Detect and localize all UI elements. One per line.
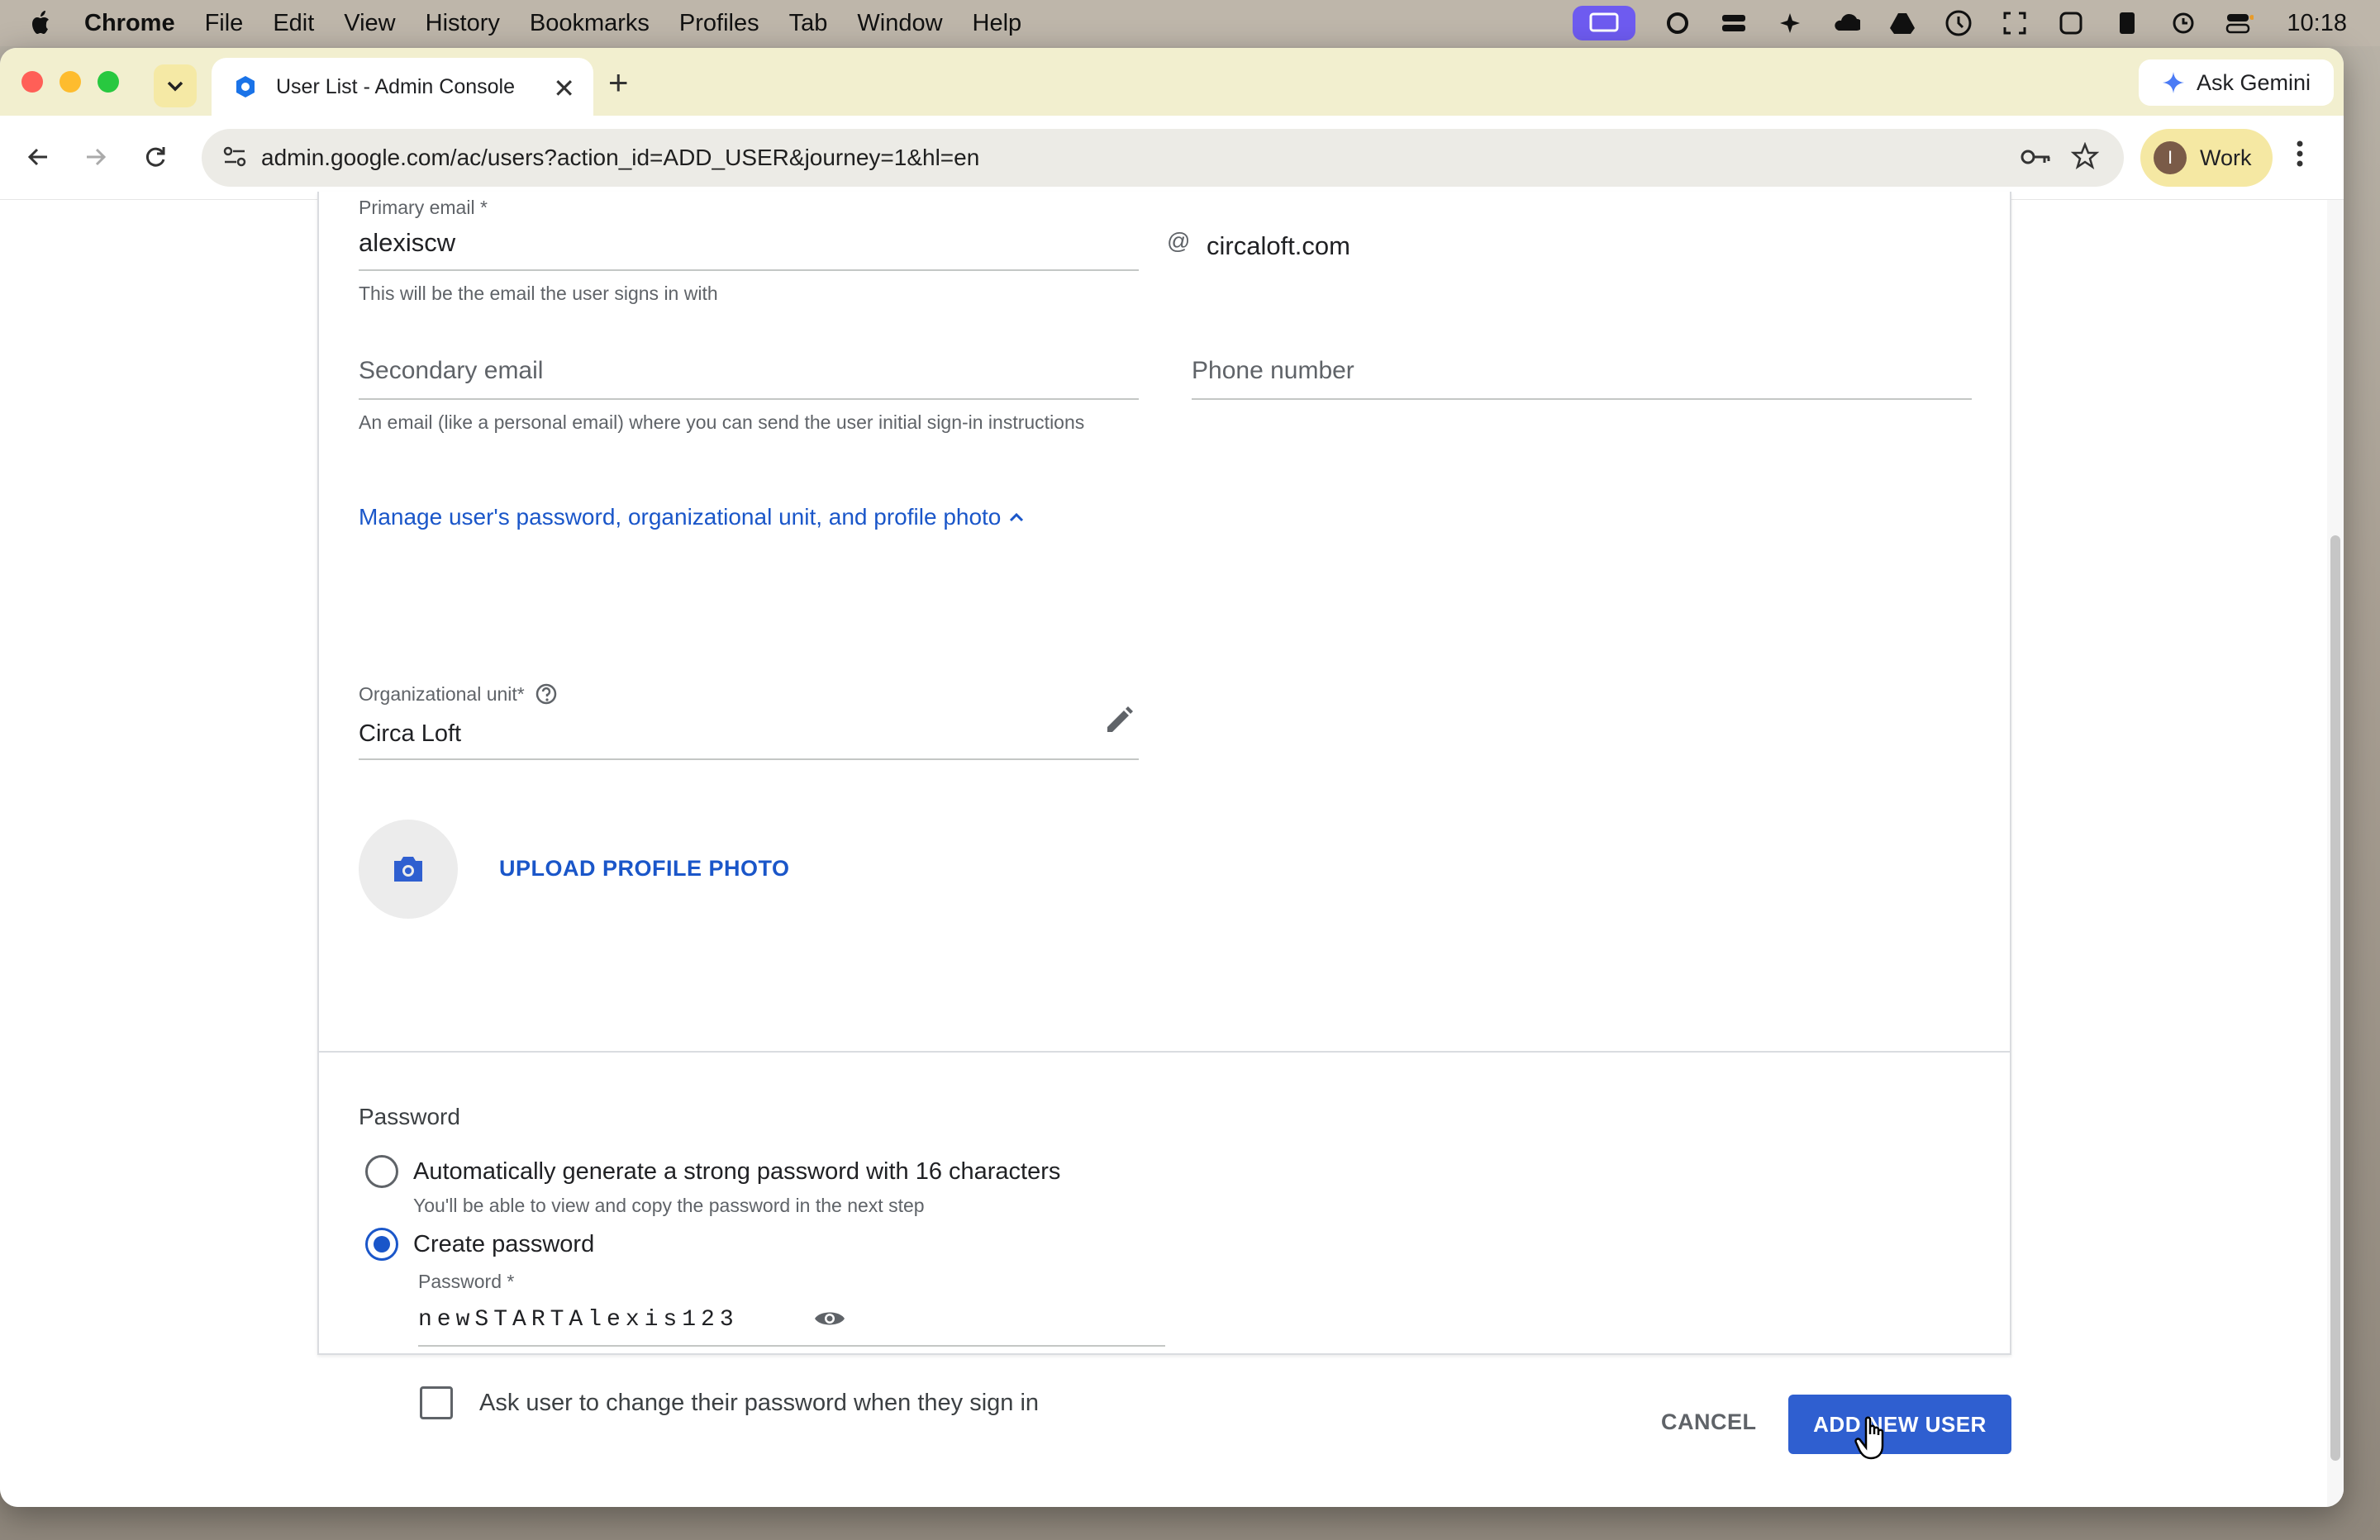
tab-strip: User List - Admin Console ✕ + Ask Gemini <box>0 48 2344 116</box>
url-text[interactable]: admin.google.com/ac/users?action_id=ADD_… <box>261 145 979 171</box>
menu-app-name[interactable]: Chrome <box>84 10 175 37</box>
bookmark-star-icon[interactable] <box>2070 141 2100 174</box>
password-key-icon[interactable] <box>2020 144 2053 174</box>
primary-email-input[interactable]: alexiscw <box>359 228 455 258</box>
menu-help[interactable]: Help <box>973 10 1022 37</box>
profile-chip[interactable]: I Work <box>2140 129 2273 187</box>
timer-icon[interactable] <box>1944 9 1973 37</box>
password-input[interactable]: newSTARTAlexis123 <box>418 1307 739 1333</box>
help-circle-icon[interactable] <box>535 682 558 706</box>
ask-gemini-label: Ask Gemini <box>2196 69 2311 95</box>
sparkle-icon[interactable] <box>1776 9 1804 37</box>
cancel-button[interactable]: CANCEL <box>1661 1409 1757 1435</box>
section-divider <box>319 1051 2010 1053</box>
phone-number-underline <box>1192 398 1972 400</box>
create-password-radio[interactable] <box>365 1228 398 1261</box>
browser-window: User List - Admin Console ✕ + Ask Gemini… <box>0 48 2344 1507</box>
ask-change-password-checkbox[interactable] <box>420 1386 453 1419</box>
auto-generate-password-radio[interactable] <box>365 1155 398 1188</box>
tab-search-button[interactable] <box>154 64 197 107</box>
admin-console-favicon-icon <box>233 74 258 99</box>
close-tab-icon[interactable]: ✕ <box>553 73 575 104</box>
tab-title: User List - Admin Console <box>276 74 516 98</box>
add-new-user-button[interactable]: ADD NEW USER <box>1788 1395 2011 1454</box>
org-unit-label-row: Organizational unit* <box>359 682 558 706</box>
more-menu-icon[interactable] <box>2294 137 2306 174</box>
minimize-window-button[interactable] <box>60 71 81 93</box>
address-bar[interactable]: admin.google.com/ac/users?action_id=ADD_… <box>202 129 2124 187</box>
arrow-left-icon <box>27 148 47 166</box>
menu-file[interactable]: File <box>205 10 244 37</box>
reload-button[interactable] <box>137 139 174 175</box>
menu-history[interactable]: History <box>426 10 500 37</box>
menu-profiles[interactable]: Profiles <box>679 10 759 37</box>
screenshot-icon[interactable] <box>2001 9 2029 37</box>
grammarly-icon[interactable] <box>1664 9 1692 37</box>
menu-window[interactable]: Window <box>857 10 942 37</box>
screen-share-icon[interactable] <box>1573 6 1636 40</box>
site-info-icon[interactable] <box>221 144 248 174</box>
time-machine-icon[interactable] <box>2169 9 2197 37</box>
zoom-window-button[interactable] <box>98 71 119 93</box>
profile-name: Work <box>2200 145 2252 170</box>
primary-email-underline <box>359 269 1139 271</box>
browser-toolbar: admin.google.com/ac/users?action_id=ADD_… <box>0 116 2344 200</box>
manage-options-toggle[interactable]: Manage user's password, organizational u… <box>359 504 1024 530</box>
menu-bookmarks[interactable]: Bookmarks <box>530 10 650 37</box>
reload-icon <box>145 147 165 167</box>
secondary-email-helper: An email (like a personal email) where y… <box>359 411 1085 433</box>
tab-admin-console[interactable]: User List - Admin Console ✕ <box>212 58 593 116</box>
org-unit-underline <box>359 758 1139 760</box>
arrow-right-icon <box>87 148 107 166</box>
ask-gemini-button[interactable]: Ask Gemini <box>2139 59 2334 106</box>
password-field-label: Password * <box>418 1271 515 1292</box>
primary-email-helper: This will be the email the user signs in… <box>359 283 718 304</box>
show-password-eye-icon[interactable] <box>813 1307 846 1334</box>
secondary-email-input[interactable]: Secondary email <box>359 357 543 385</box>
macos-menubar: Chrome File Edit View History Bookmarks … <box>0 0 2380 46</box>
menubar-clock[interactable]: 10:18 <box>2287 10 2347 37</box>
menu-tab[interactable]: Tab <box>789 10 828 37</box>
password-section-title: Password <box>359 1104 460 1129</box>
drive-icon[interactable] <box>1888 9 1916 37</box>
hand-pointer-cursor-icon <box>1854 1416 1891 1465</box>
stack-icon[interactable] <box>1720 9 1748 37</box>
chevron-up-icon <box>1010 512 1024 522</box>
avatar: I <box>2154 141 2187 174</box>
manage-options-link[interactable]: Manage user's password, organizational u… <box>359 504 1001 530</box>
profile-photo-placeholder[interactable] <box>359 820 458 919</box>
apple-icon[interactable] <box>30 10 53 36</box>
chevron-down-icon <box>167 81 183 92</box>
edit-pencil-icon[interactable] <box>1102 704 1135 741</box>
menu-view[interactable]: View <box>344 10 395 37</box>
phone-icon[interactable] <box>2113 9 2141 37</box>
ask-change-password-label[interactable]: Ask user to change their password when t… <box>479 1390 1039 1417</box>
password-underline <box>418 1345 1165 1347</box>
secondary-email-underline <box>359 398 1139 400</box>
phone-number-input[interactable]: Phone number <box>1192 357 1354 385</box>
scrollbar-thumb[interactable] <box>2330 535 2340 1461</box>
add-user-form-card: Primary email * alexiscw This will be th… <box>317 192 2011 1419</box>
create-password-label[interactable]: Create password <box>413 1231 594 1258</box>
control-center-icon[interactable] <box>2225 9 2254 37</box>
camera-icon <box>394 857 422 882</box>
domain-select[interactable]: circaloft.com <box>1207 231 1350 261</box>
back-button[interactable] <box>20 139 56 175</box>
at-sign: @ <box>1167 228 1191 254</box>
forward-button[interactable] <box>78 139 114 175</box>
auto-generate-password-label[interactable]: Automatically generate a strong password… <box>413 1158 1060 1186</box>
window-controls <box>21 71 119 93</box>
cloud-icon[interactable] <box>1832 9 1861 37</box>
menu-edit[interactable]: Edit <box>273 10 314 37</box>
new-tab-button[interactable]: + <box>608 63 629 102</box>
auto-generate-password-helper: You'll be able to view and copy the pass… <box>413 1195 925 1216</box>
gemini-sparkle-icon <box>2162 72 2184 93</box>
primary-email-label: Primary email * <box>359 197 488 218</box>
window-icon[interactable] <box>2057 9 2085 37</box>
org-unit-label: Organizational unit* <box>359 682 525 705</box>
page-content: Primary email * alexiscw This will be th… <box>0 192 2344 1507</box>
upload-profile-photo-button[interactable]: UPLOAD PROFILE PHOTO <box>499 856 790 882</box>
close-window-button[interactable] <box>21 71 43 93</box>
org-unit-value: Circa Loft <box>359 720 462 747</box>
